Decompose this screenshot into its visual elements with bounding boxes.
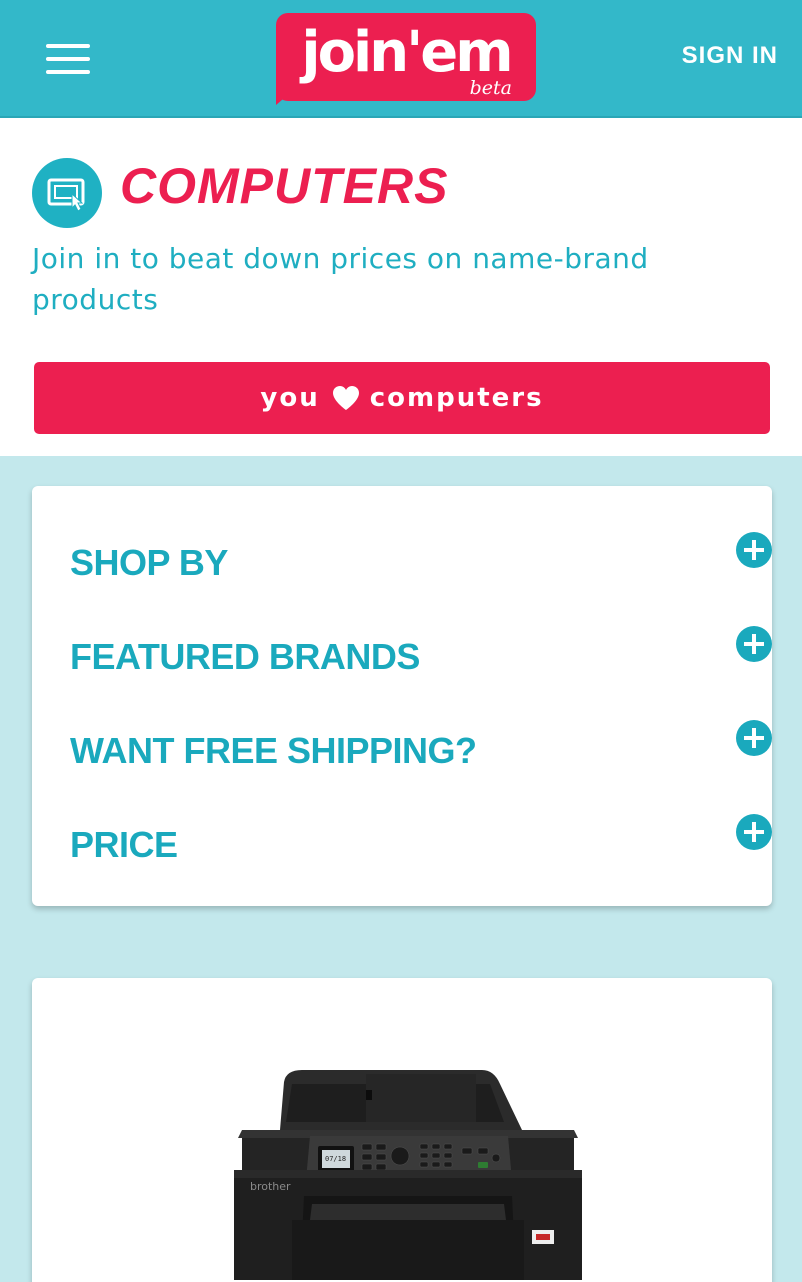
plus-circle-icon[interactable] [736,814,772,850]
printer-screen-text: 07/18 [325,1155,346,1163]
filter-label: WANT FREE SHIPPING? [70,730,477,771]
heart-icon [332,385,360,411]
filter-shop-by[interactable]: SHOP BY [70,532,772,592]
filter-accordion: SHOP BY FEATURED BRANDS WANT FREE SHIPPI… [32,486,772,906]
hamburger-menu-icon[interactable] [46,44,90,74]
logo-text: join'em [301,20,513,85]
love-button-prefix: you [260,383,320,413]
love-button-suffix: computers [369,383,544,413]
touchscreen-computer-icon [32,158,102,228]
love-category-button[interactable]: you computers [34,362,770,434]
logo-beta-badge: beta [469,77,512,99]
filter-label: PRICE [70,824,178,865]
plus-circle-icon[interactable] [736,626,772,662]
filter-free-shipping[interactable]: WANT FREE SHIPPING? [70,720,772,780]
printer-image[interactable]: 07/18 brother [232,1070,584,1280]
filter-featured-brands[interactable]: FEATURED BRANDS [70,626,772,686]
category-title: COMPUTERS [120,158,449,214]
product-card[interactable]: 07/18 brother [32,978,772,1282]
filter-label: FEATURED BRANDS [70,636,420,677]
plus-circle-icon[interactable] [736,720,772,756]
plus-circle-icon[interactable] [736,532,772,568]
printer-brand-text: brother [250,1180,291,1193]
joinem-logo[interactable]: join'em beta [276,13,536,105]
category-subtitle: Join in to beat down prices on name-bran… [32,242,649,316]
filter-label: SHOP BY [70,542,228,583]
sign-in-link[interactable]: SIGN IN [682,42,778,70]
filter-price[interactable]: PRICE [70,814,772,874]
top-header: join'em beta SIGN IN [0,0,802,118]
logo-bubble-tail [276,83,302,105]
